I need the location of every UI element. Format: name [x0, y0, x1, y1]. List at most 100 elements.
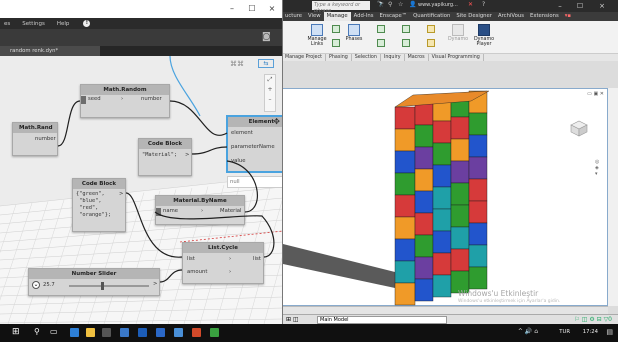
- slider-value[interactable]: 25.7: [43, 282, 55, 288]
- dynamo-tab-bar: random renk.dyn*: [0, 46, 282, 56]
- revit-right-scrollbar[interactable]: [608, 88, 618, 306]
- panel-selection[interactable]: Selection: [352, 54, 381, 61]
- tab-overflow-icon[interactable]: ▾▪: [562, 12, 574, 21]
- tab-manage[interactable]: Manage: [323, 12, 351, 21]
- geometry-view-icon[interactable]: ⌘⌘: [230, 60, 244, 68]
- node-title: Code Block: [139, 139, 191, 149]
- pdf-icon[interactable]: [192, 328, 201, 337]
- help-icon[interactable]: ?: [482, 1, 485, 8]
- panel-inquiry[interactable]: Inquiry: [381, 54, 405, 61]
- user-icon[interactable]: 👤: [409, 1, 416, 8]
- macro-icon[interactable]: [427, 39, 435, 47]
- file-explorer-icon[interactable]: [86, 328, 95, 337]
- dynamo-taskbar-icon[interactable]: [174, 328, 183, 337]
- dynamo-menu-bar: es Settings Help !: [0, 18, 282, 29]
- exchange-icon[interactable]: ✕: [468, 1, 473, 8]
- revit-minimize-button[interactable]: –: [552, 0, 568, 12]
- output-port-arrow[interactable]: >: [185, 152, 189, 158]
- wall-panel: [468, 200, 488, 224]
- revit-3d-view[interactable]: ▭ ▣ ✕ ◎ ◈ ▾: [282, 88, 608, 306]
- code-text[interactable]: "Material";: [142, 152, 177, 159]
- tab-archivous[interactable]: ArchiVous: [495, 12, 527, 21]
- active-model-select[interactable]: Main Model: [317, 316, 447, 324]
- word-icon[interactable]: [156, 328, 165, 337]
- tab-enscape[interactable]: Enscape™: [377, 12, 411, 21]
- zoom-controls[interactable]: ⤢ + –: [264, 74, 276, 112]
- view-control-bar[interactable]: [282, 306, 608, 314]
- panel-macros[interactable]: Macros: [405, 54, 429, 61]
- menu-settings[interactable]: Settings: [22, 21, 45, 27]
- node-code-block-material[interactable]: Code Block "Material"; >: [138, 138, 192, 176]
- node-material-byname[interactable]: Material.ByName name › Material: [155, 195, 245, 225]
- dynamo-minimize-button[interactable]: –: [222, 3, 242, 15]
- task-view-icon[interactable]: ▭: [50, 327, 58, 336]
- node-code-block-colors[interactable]: Code Block {"green", "blue", "red", "ora…: [72, 178, 126, 232]
- dynamo-maximize-button[interactable]: ☐: [242, 3, 262, 15]
- node-list-cycle[interactable]: List.Cycle list amount › › list: [182, 242, 264, 284]
- windows-start-icon[interactable]: ⊞: [12, 327, 20, 337]
- revit-search-input[interactable]: Type a keyword or phrase: [312, 1, 370, 14]
- move-icon[interactable]: ✥: [273, 117, 280, 126]
- revit-taskbar-icon[interactable]: [138, 328, 147, 337]
- selection-icon[interactable]: [377, 25, 385, 33]
- worksets-icon[interactable]: ⊞ ◫: [286, 316, 299, 323]
- node-math-rand[interactable]: Math.Rand number: [12, 122, 58, 156]
- tab-view[interactable]: View: [305, 12, 324, 21]
- macro-icon[interactable]: [427, 25, 435, 33]
- graph-view-icon[interactable]: ⇆: [258, 59, 274, 68]
- dynamo-button[interactable]: Dynamo: [447, 24, 469, 42]
- tab-add-ins[interactable]: Add-Ins: [351, 12, 377, 21]
- inquiry-icon[interactable]: [402, 25, 410, 33]
- menu-help[interactable]: Help: [57, 21, 70, 27]
- node-number-slider[interactable]: Number Slider ⌄ 25.7 >: [28, 268, 160, 296]
- inquiry-icon[interactable]: [402, 39, 410, 47]
- manage-links-button[interactable]: Manage Links: [304, 24, 330, 47]
- input-port-pin[interactable]: [156, 208, 161, 216]
- panel-phasing[interactable]: Phasing: [326, 54, 352, 61]
- colored-wall-model[interactable]: [283, 89, 609, 307]
- menu-item-partial[interactable]: es: [4, 21, 10, 27]
- tab-quantification[interactable]: Quantification: [410, 12, 453, 21]
- help-circle-icon[interactable]: !: [83, 20, 91, 27]
- revit-maximize-button[interactable]: ☐: [572, 0, 588, 12]
- tab-extensions[interactable]: Extensions: [527, 12, 562, 21]
- tray-icons[interactable]: ^ 🔊 ⌂: [518, 328, 538, 335]
- code-text[interactable]: {"green", "blue", "red", "orange"};: [76, 191, 111, 219]
- user-name[interactable]: www.yapikurg...: [418, 2, 458, 8]
- slider-track[interactable]: [69, 285, 149, 287]
- dynamo-close-button[interactable]: ×: [262, 3, 282, 15]
- input-port-pin[interactable]: [81, 96, 86, 104]
- phases-button[interactable]: Phases: [344, 24, 364, 42]
- tab-site-designer[interactable]: Site Designer: [453, 12, 495, 21]
- panel-manage-project[interactable]: Manage Project: [282, 54, 326, 61]
- output-port-arrow[interactable]: >: [119, 191, 123, 197]
- binoculars-icon[interactable]: 🔭: [377, 1, 384, 8]
- clock[interactable]: 17:24: [583, 329, 598, 335]
- status-icons[interactable]: ⚐ ◫ ⚙ ⊟ ▽0: [574, 316, 612, 323]
- notification-icon[interactable]: ▤: [606, 328, 613, 336]
- search-icon[interactable]: ⚲: [34, 327, 40, 336]
- language-indicator[interactable]: TUR: [559, 329, 570, 335]
- app-icon[interactable]: [120, 328, 129, 337]
- node-math-random[interactable]: Math.Random seed › number: [80, 84, 170, 118]
- excel-icon[interactable]: [210, 328, 219, 337]
- selection-icon[interactable]: [377, 39, 385, 47]
- node-element-setparameter[interactable]: Element element parameterName value ✥: [227, 116, 282, 172]
- camera-icon[interactable]: ◙: [262, 32, 271, 42]
- edge-icon[interactable]: [70, 328, 79, 337]
- panel-visual-programming[interactable]: Visual Programming: [429, 54, 484, 61]
- tab-structure[interactable]: ucture: [282, 12, 305, 21]
- link-small-icon[interactable]: [332, 25, 340, 33]
- slider-expand-icon[interactable]: ⌄: [32, 281, 40, 289]
- slider-thumb[interactable]: [101, 282, 104, 290]
- infocenter-icon[interactable]: ⚲: [388, 1, 392, 8]
- store-icon[interactable]: [102, 328, 111, 337]
- link-small-icon[interactable]: [332, 39, 340, 47]
- dynamo-player-button[interactable]: Dynamo Player: [472, 24, 496, 47]
- output-port-arrow[interactable]: >: [153, 281, 157, 287]
- star-icon[interactable]: ☆: [398, 1, 403, 8]
- revit-close-button[interactable]: ×: [594, 0, 610, 12]
- tab-random-renk[interactable]: random renk.dyn*: [0, 46, 100, 56]
- dynamo-canvas[interactable]: ⌘⌘ ⇆ ⤢ + – Math.Random seed › number Math.…: [0, 56, 282, 324]
- port-element: element: [231, 130, 253, 136]
